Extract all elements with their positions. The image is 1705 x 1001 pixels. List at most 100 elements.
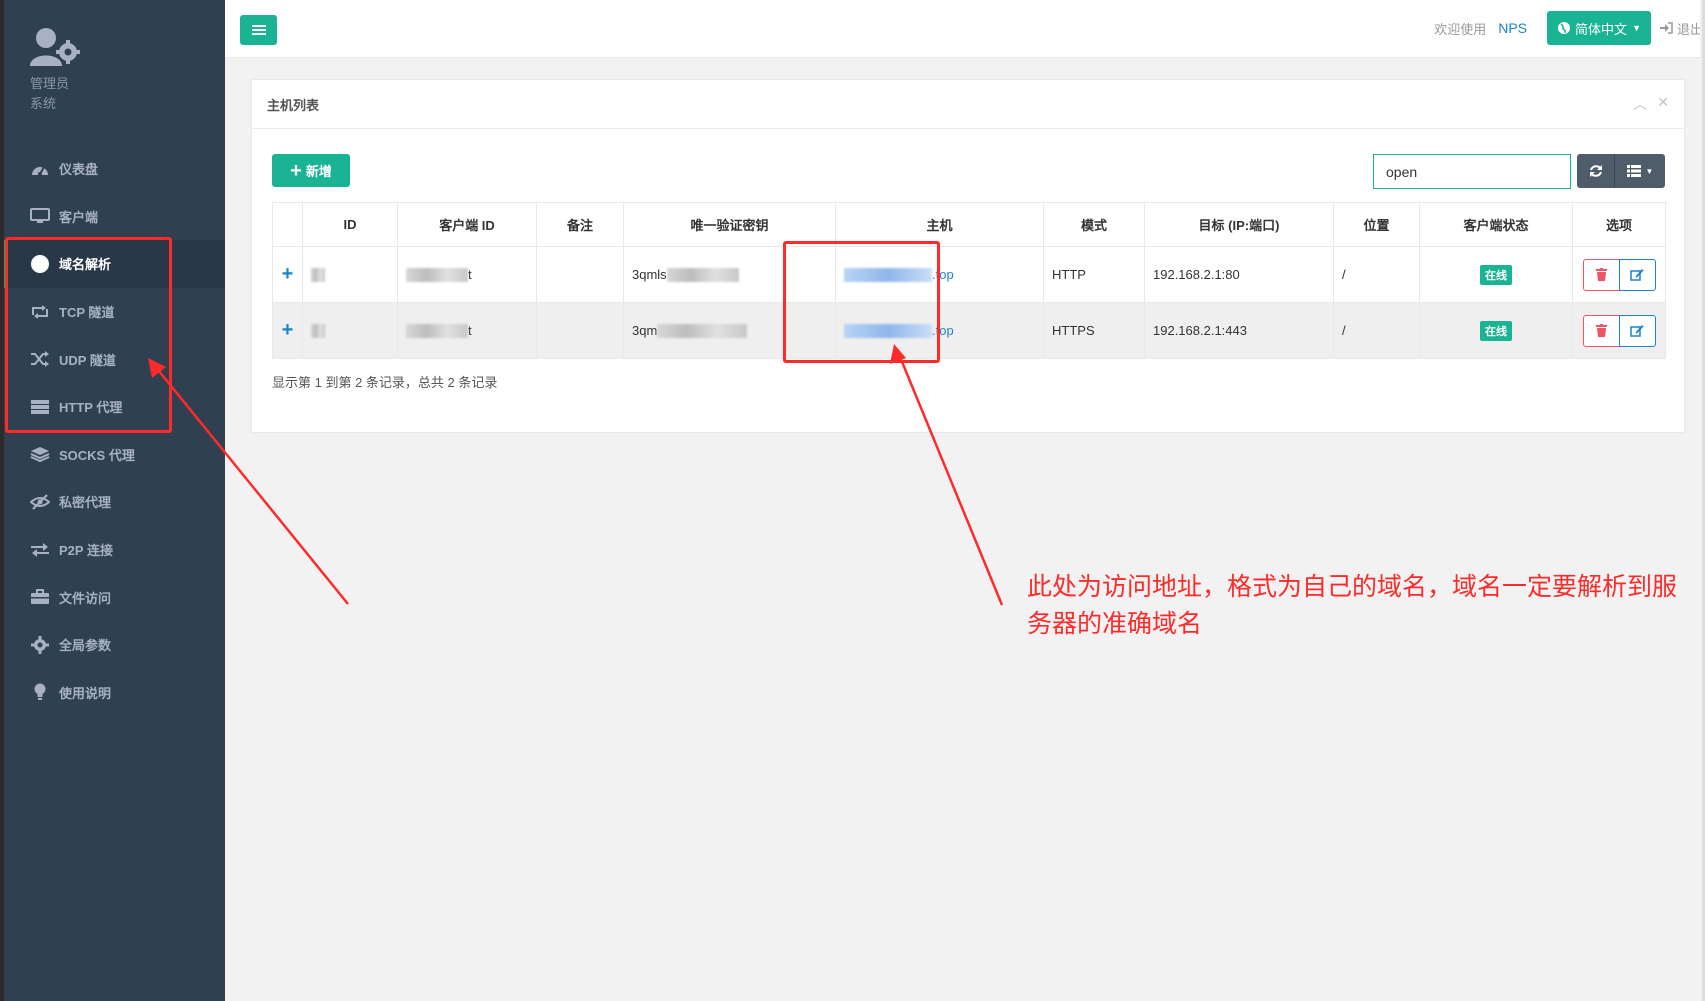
sidebar-item-p2p[interactable]: P2P 连接 — [4, 526, 225, 574]
host-link[interactable]: .top — [932, 267, 954, 282]
redacted-id — [311, 324, 325, 339]
redacted-verify-key — [666, 268, 739, 283]
monitor-icon — [30, 207, 50, 225]
sidebar-item-label: SOCKS 代理 — [59, 447, 135, 463]
sidebar-item-tcp[interactable]: TCP 隧道 — [4, 288, 225, 336]
sidebar-item-private[interactable]: 私密代理 — [4, 478, 225, 526]
col-target[interactable]: 目标 (IP:端口) — [1144, 202, 1334, 247]
redacted-client-id — [406, 268, 468, 283]
add-host-button[interactable]: + 新增 — [272, 154, 350, 187]
page-scrollbar[interactable] — [1700, 0, 1705, 1001]
cell-location: / — [1333, 302, 1420, 359]
cell-host: .top — [835, 246, 1044, 303]
logout-link[interactable]: 退出 — [1659, 19, 1703, 38]
menu-toggle-button[interactable] — [240, 15, 277, 45]
th-list-icon — [1626, 165, 1641, 177]
cell-mode: HTTP — [1043, 246, 1145, 303]
refresh-button[interactable] — [1577, 154, 1615, 188]
col-location[interactable]: 位置 — [1333, 202, 1420, 247]
cell-options — [1572, 302, 1666, 359]
plus-icon: + — [290, 159, 302, 182]
row-actions — [1582, 314, 1656, 347]
redacted-verify-key — [657, 324, 748, 339]
sidebar-item-socks[interactable]: SOCKS 代理 — [4, 431, 225, 479]
verify-key-prefix: 3qm — [632, 322, 658, 338]
sidebar-nav: 仪表盘 客户端 域名解析 TCP 隧道 UDP 隧道 HTTP 代理 SOCKS… — [4, 145, 225, 716]
caret-down-icon: ▼ — [1645, 166, 1654, 176]
table-row: + t 3qm .top HTTPS 192.168.2.1:443 / 在线 — [272, 302, 1666, 359]
status-badge: 在线 — [1480, 320, 1512, 341]
col-mode[interactable]: 模式 — [1043, 202, 1145, 247]
sidebar-item-label: HTTP 代理 — [59, 400, 123, 416]
collapse-icon[interactable]: ︿ — [1633, 94, 1647, 114]
cell-verify-key: 3qm — [623, 302, 836, 359]
sidebar: 管理员 系统 仪表盘 客户端 域名解析 TCP 隧道 UDP 隧道 HTTP 代… — [4, 0, 225, 1001]
search-input[interactable] — [1373, 154, 1571, 189]
cell-location: / — [1333, 246, 1420, 303]
cell-remark — [536, 246, 624, 303]
sidebar-item-files[interactable]: 文件访问 — [4, 573, 225, 621]
language-dropdown[interactable]: 简体中文 ▼ — [1547, 11, 1651, 45]
host-link[interactable]: .top — [932, 323, 954, 338]
cell-options — [1572, 246, 1666, 303]
edit-icon — [1630, 325, 1644, 337]
panel-title: 主机列表 — [267, 97, 320, 113]
columns-toggle-button[interactable]: ▼ — [1615, 154, 1665, 188]
sidebar-item-udp[interactable]: UDP 隧道 — [4, 335, 225, 383]
cell-verify-key: 3qmls — [623, 246, 836, 303]
exchange-icon — [30, 541, 50, 559]
language-label: 简体中文 — [1575, 21, 1628, 37]
user-gear-icon[interactable] — [30, 26, 82, 70]
sidebar-item-global[interactable]: 全局参数 — [4, 621, 225, 669]
expand-row-button[interactable]: + — [272, 246, 303, 303]
col-client-id[interactable]: 客户端 ID — [397, 202, 537, 247]
server-icon — [30, 398, 50, 416]
client-id-suffix: t — [468, 322, 472, 338]
close-icon[interactable]: ✕ — [1657, 94, 1669, 114]
panel-header: 主机列表 ︿ ✕ — [252, 80, 1684, 129]
col-remark[interactable]: 备注 — [536, 202, 624, 247]
trash-icon — [1595, 324, 1607, 337]
redacted-host — [844, 324, 932, 339]
topbar: 欢迎使用 NPS 简体中文 ▼ 退出 — [225, 0, 1705, 58]
expand-row-button[interactable]: + — [272, 302, 303, 359]
cell-id — [302, 302, 398, 359]
retweet-icon — [30, 303, 50, 321]
col-client-status[interactable]: 客户端状态 — [1419, 202, 1573, 247]
lightbulb-icon — [30, 683, 50, 701]
sidebar-item-http[interactable]: HTTP 代理 — [4, 383, 225, 431]
sidebar-item-label: UDP 隧道 — [59, 352, 116, 368]
col-id[interactable]: ID — [302, 202, 398, 247]
cell-client-id: t — [397, 246, 537, 303]
table-row: + t 3qmls .top HTTP 192.168.2.1:80 / 在线 — [272, 246, 1666, 303]
client-id-suffix: t — [468, 266, 472, 282]
col-expand — [272, 202, 303, 247]
edit-button[interactable] — [1618, 314, 1656, 347]
host-table: ID 客户端 ID 备注 唯一验证密钥 主机 模式 目标 (IP:端口) 位置 … — [272, 202, 1666, 359]
cell-client-id: t — [397, 302, 537, 359]
globe-icon — [1558, 22, 1571, 34]
col-host[interactable]: 主机 — [835, 202, 1044, 247]
hamburger-icon — [251, 25, 266, 35]
dashboard-icon — [30, 160, 50, 178]
cell-target: 192.168.2.1:80 — [1144, 246, 1334, 303]
col-options: 选项 — [1572, 202, 1666, 247]
sidebar-item-domain[interactable]: 域名解析 — [4, 240, 225, 288]
redacted-client-id — [406, 324, 468, 339]
delete-button[interactable] — [1582, 314, 1620, 347]
cell-status: 在线 — [1419, 246, 1573, 303]
brand-link[interactable]: NPS — [1498, 20, 1527, 36]
sidebar-item-label: TCP 隧道 — [59, 305, 115, 321]
edit-button[interactable] — [1618, 258, 1656, 291]
profile: 管理员 系统 — [30, 26, 170, 114]
sidebar-item-help[interactable]: 使用说明 — [4, 669, 225, 717]
sign-out-icon — [1659, 22, 1673, 34]
shuffle-icon — [30, 350, 50, 368]
panel-tools: ︿ ✕ — [1633, 94, 1669, 114]
cell-target: 192.168.2.1:443 — [1144, 302, 1334, 359]
trash-icon — [1595, 268, 1607, 281]
sidebar-item-dashboard[interactable]: 仪表盘 — [4, 145, 225, 193]
col-verify-key[interactable]: 唯一验证密钥 — [623, 202, 836, 247]
delete-button[interactable] — [1582, 258, 1620, 291]
sidebar-item-clients[interactable]: 客户端 — [4, 193, 225, 241]
